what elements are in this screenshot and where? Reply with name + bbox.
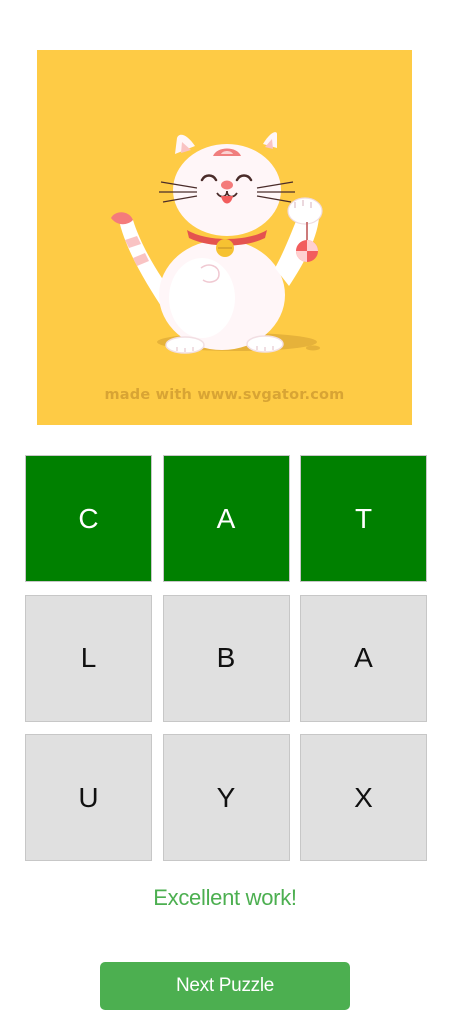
result-message: Excellent work!	[153, 885, 297, 910]
lucky-cat-illustration	[37, 50, 412, 425]
letter-tile[interactable]: X	[300, 734, 427, 861]
letter-tile[interactable]: T	[300, 455, 427, 582]
picture-watermark: made with www.svgator.com	[104, 387, 345, 403]
letter-tile[interactable]: C	[25, 455, 152, 582]
letter-tile[interactable]: B	[162, 594, 290, 722]
letter-tile[interactable]: A	[300, 594, 427, 722]
letter-tile[interactable]: U	[25, 734, 152, 861]
letter-grid: C A T L B A U Y X	[25, 455, 427, 861]
next-puzzle-button[interactable]: Next Puzzle	[100, 962, 350, 1010]
letter-tile[interactable]: A	[162, 455, 290, 582]
puzzle-picture: made with www.svgator.com	[37, 50, 412, 425]
letter-tile[interactable]: Y	[162, 734, 290, 861]
letter-tile[interactable]: L	[25, 594, 152, 722]
